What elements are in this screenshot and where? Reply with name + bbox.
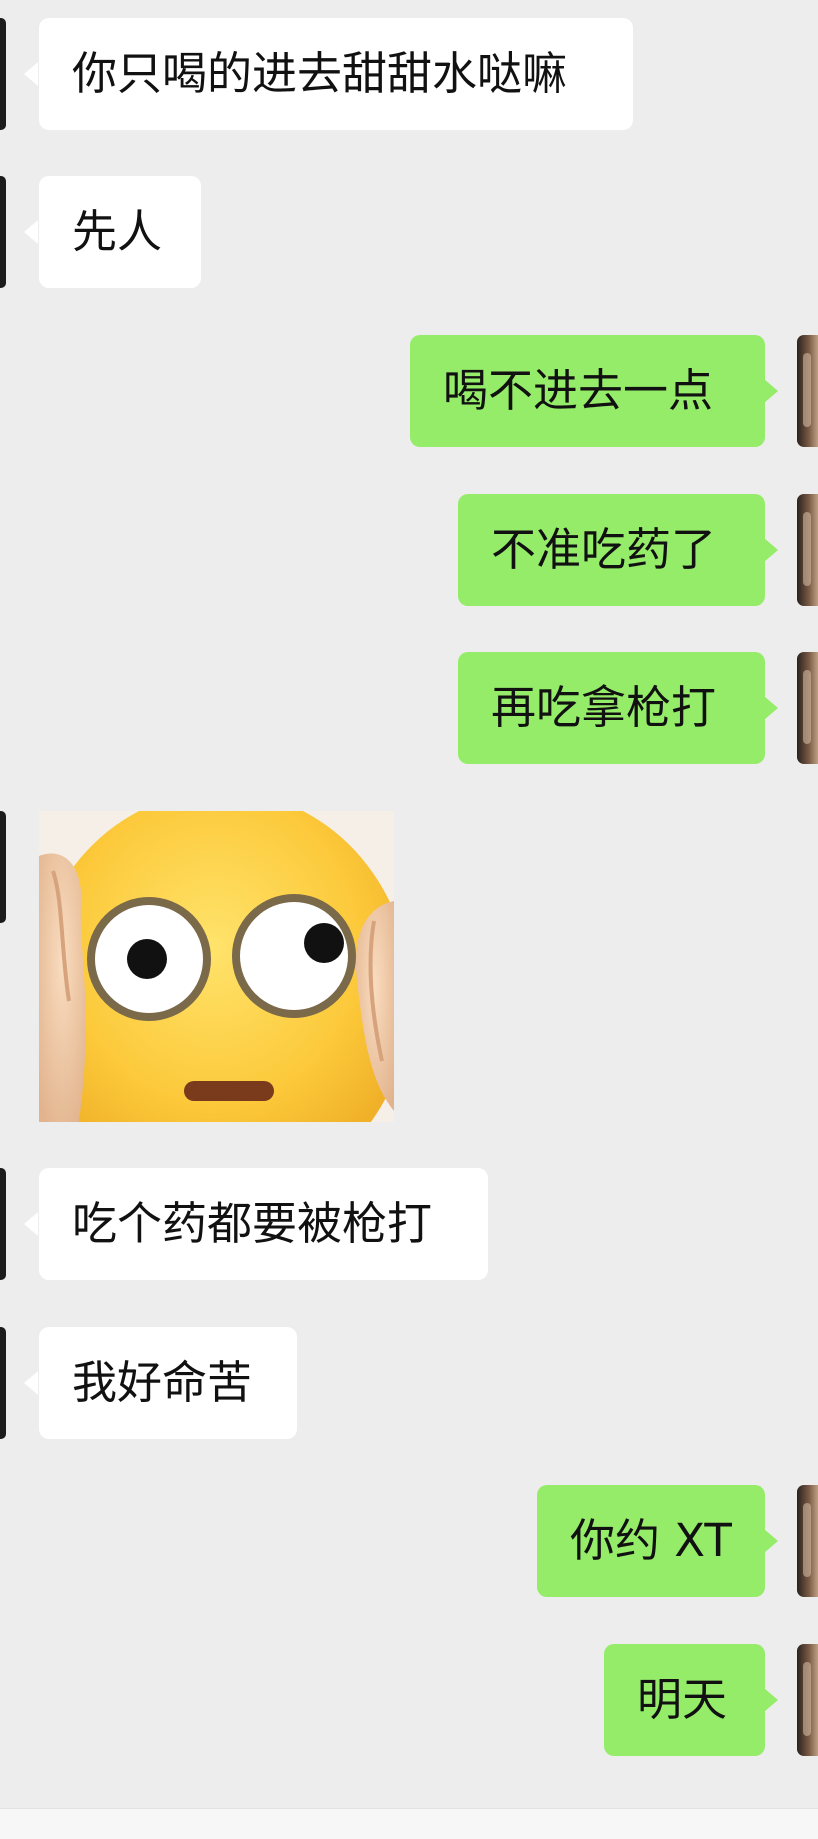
- bubble-tail: [764, 538, 778, 562]
- sticker-image[interactable]: [39, 811, 394, 1122]
- sender-avatar[interactable]: [0, 18, 6, 130]
- bubble-tail: [24, 1371, 38, 1395]
- message-text: 你约 XT: [570, 1514, 732, 1567]
- my-avatar[interactable]: [797, 1485, 818, 1597]
- message-bubble-incoming[interactable]: 我好命苦: [39, 1327, 297, 1439]
- message-bubble-outgoing[interactable]: 再吃拿枪打: [458, 652, 765, 764]
- bubble-tail: [764, 379, 778, 403]
- sender-avatar[interactable]: [0, 176, 6, 288]
- message-row-outgoing: 喝不进去一点: [0, 335, 818, 447]
- message-bubble-incoming[interactable]: 吃个药都要被枪打: [39, 1168, 488, 1280]
- message-text: 先人: [72, 205, 163, 258]
- sender-avatar[interactable]: [0, 1327, 6, 1439]
- message-row-incoming: 先人: [0, 176, 818, 288]
- message-bubble-outgoing[interactable]: 你约 XT: [537, 1485, 765, 1597]
- sender-avatar[interactable]: [0, 1168, 6, 1280]
- flushed-face-covering-ears-emoji: [39, 811, 394, 1122]
- message-row-outgoing: 再吃拿枪打: [0, 652, 818, 764]
- my-avatar[interactable]: [797, 335, 818, 447]
- my-avatar[interactable]: [797, 1644, 818, 1756]
- message-row-outgoing: 你约 XT: [0, 1485, 818, 1597]
- message-bubble-incoming[interactable]: 先人: [39, 176, 201, 288]
- message-text: 不准吃药了: [491, 523, 717, 576]
- bubble-tail: [24, 220, 38, 244]
- sender-avatar[interactable]: [0, 811, 6, 923]
- message-row-outgoing: 明天: [0, 1644, 818, 1756]
- message-text: 我好命苦: [72, 1356, 253, 1409]
- message-bubble-outgoing[interactable]: 明天: [604, 1644, 765, 1756]
- input-bar[interactable]: [0, 1808, 818, 1839]
- message-row-incoming: 我好命苦: [0, 1327, 818, 1439]
- bubble-tail: [764, 1529, 778, 1553]
- message-text: 你只喝的进去甜甜水哒嘛: [72, 47, 568, 100]
- my-avatar[interactable]: [797, 652, 818, 764]
- message-bubble-outgoing[interactable]: 喝不进去一点: [410, 335, 765, 447]
- message-text: 喝不进去一点: [443, 364, 714, 417]
- message-row-incoming: 吃个药都要被枪打: [0, 1168, 818, 1280]
- message-text: 吃个药都要被枪打: [72, 1197, 433, 1250]
- message-text: 再吃拿枪打: [491, 681, 717, 734]
- message-row-incoming: 你只喝的进去甜甜水哒嘛: [0, 18, 818, 130]
- my-avatar[interactable]: [797, 494, 818, 606]
- bubble-tail: [764, 1688, 778, 1712]
- message-row-incoming-sticker: [0, 811, 818, 1122]
- message-text: 明天: [637, 1673, 728, 1726]
- bubble-tail: [24, 62, 38, 86]
- message-bubble-incoming[interactable]: 你只喝的进去甜甜水哒嘛: [39, 18, 633, 130]
- chat-message-list[interactable]: 你只喝的进去甜甜水哒嘛 先人 喝不进去一点 不准吃药了 再吃拿枪打 吃个药都要被…: [0, 0, 818, 1808]
- bubble-tail: [24, 1212, 38, 1236]
- message-row-outgoing: 不准吃药了: [0, 494, 818, 606]
- bubble-tail: [764, 696, 778, 720]
- message-bubble-outgoing[interactable]: 不准吃药了: [458, 494, 765, 606]
